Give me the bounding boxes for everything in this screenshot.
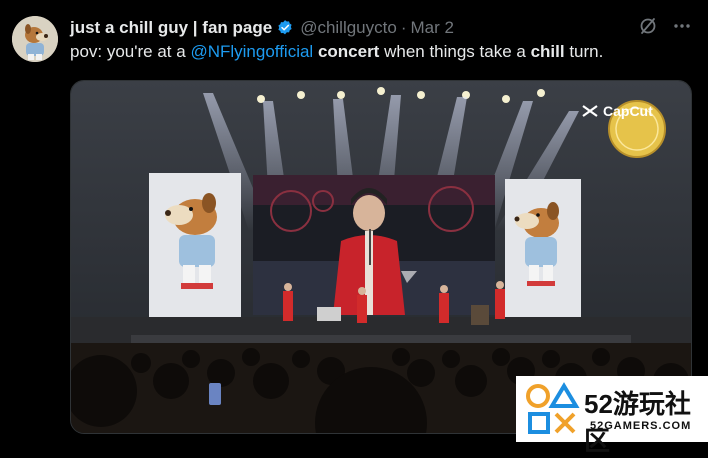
gamepad-symbols-icon: [524, 380, 584, 443]
tweet-text: pov: you're at a @NFlyingofficial concer…: [70, 42, 692, 62]
more-icon[interactable]: [672, 16, 692, 41]
text-part: pov: you're at a: [70, 42, 191, 61]
capcut-logo-icon: [581, 104, 599, 118]
handle[interactable]: @chillguycto: [300, 18, 397, 38]
capcut-label: CapCut: [603, 103, 653, 119]
display-name[interactable]: just a chill guy | fan page: [70, 18, 272, 38]
tweet-header: just a chill guy | fan page @chillguycto…: [70, 18, 638, 38]
mention-link[interactable]: @NFlyingofficial: [190, 42, 313, 61]
chill-guy-avatar-icon: [12, 16, 58, 62]
grok-icon[interactable]: [638, 16, 658, 41]
verified-badge-icon: [276, 19, 294, 37]
text-part: turn.: [564, 42, 604, 61]
watermark-url: 52GAMERS.COM: [590, 420, 692, 432]
tweet-actions: [638, 16, 692, 41]
bold-text: chill: [530, 42, 565, 61]
timestamp[interactable]: Mar 2: [411, 18, 454, 38]
capcut-watermark: CapCut: [581, 103, 653, 119]
separator: ·: [400, 18, 407, 37]
text-part: when things take a: [379, 42, 531, 61]
avatar[interactable]: [12, 16, 58, 62]
bold-text: concert: [317, 42, 380, 61]
site-watermark: 52游玩社区 52GAMERS.COM: [516, 376, 708, 456]
